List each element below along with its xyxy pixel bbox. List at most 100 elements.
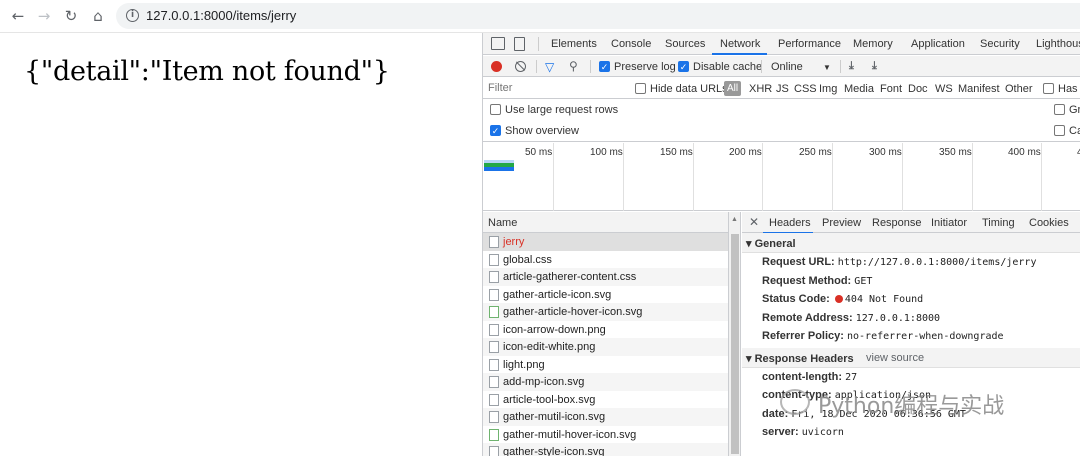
tab-security[interactable]: Security	[980, 38, 1020, 50]
preserve-log-label: Preserve log	[614, 61, 676, 73]
response-headers-section-header[interactable]: ▾ Response Headers view source	[742, 347, 1080, 368]
request-url-row: Request URL: http://127.0.0.1:8000/items…	[762, 256, 1037, 268]
record-icon[interactable]	[491, 61, 502, 72]
list-item[interactable]: jerry	[483, 233, 728, 251]
tab-network[interactable]: Network	[720, 38, 760, 50]
clear-icon[interactable]	[515, 61, 526, 72]
tab-response[interactable]: Response	[872, 217, 922, 229]
tab-performance[interactable]: Performance	[778, 38, 841, 50]
tab-initiator[interactable]: Initiator	[931, 217, 967, 229]
network-overview-timeline[interactable]: 50 ms 100 ms 150 ms 200 ms 250 ms 300 ms…	[483, 143, 1080, 211]
list-item[interactable]: global.css	[483, 251, 728, 269]
capture-checkbox[interactable]	[1054, 125, 1065, 136]
export-har-icon[interactable]: ⤓	[872, 60, 877, 73]
has-blocked-checkbox[interactable]	[1043, 83, 1054, 94]
disable-cache-label: Disable cache	[693, 61, 763, 73]
filter-css[interactable]: CSS	[794, 83, 817, 95]
filter-all-button[interactable]: All	[724, 81, 742, 96]
list-item[interactable]: icon-arrow-down.png	[483, 321, 728, 339]
list-item[interactable]: gather-article-icon.svg	[483, 286, 728, 304]
url-text: 127.0.0.1:8000/items/jerry	[146, 8, 297, 23]
arrow-left-icon[interactable]: ←	[8, 6, 28, 26]
large-rows-label: Use large request rows	[505, 104, 619, 116]
referrer-policy-row: Referrer Policy: no-referrer-when-downgr…	[762, 330, 1004, 342]
address-bar[interactable]: i 127.0.0.1:8000/items/jerry	[116, 3, 1080, 29]
hide-data-urls-checkbox[interactable]	[635, 83, 646, 94]
json-response-text: {"detail":"Item not found"}	[24, 56, 390, 87]
search-icon[interactable]: ⚲	[569, 59, 578, 73]
active-tab-indicator	[712, 53, 767, 55]
tab-headers[interactable]: Headers	[769, 217, 811, 229]
tab-timing[interactable]: Timing	[982, 217, 1015, 229]
timeline-tick: 250 ms	[799, 147, 832, 158]
list-item[interactable]: gather-article-hover-icon.svg	[483, 303, 728, 321]
group-checkbox[interactable]	[1054, 104, 1065, 115]
home-icon[interactable]: ⌂	[88, 6, 108, 26]
scrollbar-thumb[interactable]	[731, 234, 739, 454]
filter-media[interactable]: Media	[844, 83, 874, 95]
has-blocked-label: Has b	[1058, 83, 1080, 95]
tab-elements[interactable]: Elements	[551, 38, 597, 50]
list-item[interactable]: light.png	[483, 356, 728, 374]
header-row: content-length: 27	[762, 370, 858, 383]
list-item[interactable]: gather-style-icon.svg	[483, 443, 728, 456]
arrow-right-icon[interactable]: →	[34, 6, 54, 26]
scroll-up-icon[interactable]: ▲	[731, 216, 738, 223]
list-item[interactable]: gather-mutil-icon.svg	[483, 408, 728, 426]
request-list: Name jerry global.css article-gatherer-c…	[483, 212, 729, 456]
list-item[interactable]: article-tool-box.svg	[483, 391, 728, 409]
device-toolbar-icon[interactable]	[514, 37, 525, 51]
list-item[interactable]: add-mp-icon.svg	[483, 373, 728, 391]
status-error-icon	[834, 295, 843, 304]
filter-xhr[interactable]: XHR	[749, 83, 772, 95]
inspect-element-icon[interactable]	[491, 37, 505, 50]
list-item[interactable]: icon-edit-white.png	[483, 338, 728, 356]
tab-sources[interactable]: Sources	[665, 38, 705, 50]
request-list-scrollbar[interactable]: ▲	[729, 212, 741, 456]
timeline-tick: 350 ms	[939, 147, 972, 158]
filter-manifest[interactable]: Manifest	[958, 83, 1000, 95]
reload-icon[interactable]: ↻	[61, 6, 81, 26]
close-icon[interactable]: ✕	[749, 215, 759, 229]
timeline-tick: 150 ms	[660, 147, 693, 158]
group-label: Gr	[1069, 104, 1080, 116]
throttle-select[interactable]: Online	[771, 61, 803, 73]
hide-data-urls-label: Hide data URLs	[650, 83, 728, 95]
timeline-bar	[484, 167, 514, 171]
preserve-log-checkbox[interactable]: ✓	[599, 61, 610, 72]
tab-preview[interactable]: Preview	[822, 217, 861, 229]
capture-label: Ca	[1069, 125, 1080, 137]
large-rows-checkbox[interactable]	[490, 104, 501, 115]
wechat-logo-icon	[780, 389, 810, 415]
import-har-icon[interactable]: ⤓	[849, 60, 854, 73]
filter-other[interactable]: Other	[1005, 83, 1033, 95]
filter-font[interactable]: Font	[880, 83, 902, 95]
filter-input[interactable]: Filter	[488, 82, 512, 94]
devtools-tab-bar: Elements Console Sources Network Perform…	[483, 33, 1080, 55]
show-overview-checkbox[interactable]: ✓	[490, 125, 501, 136]
chevron-down-icon[interactable]: ▼	[823, 63, 831, 72]
general-section-header[interactable]: ▾ General	[742, 233, 1080, 253]
tab-console[interactable]: Console	[611, 38, 651, 50]
filter-img[interactable]: Img	[819, 83, 837, 95]
tab-application[interactable]: Application	[911, 38, 965, 50]
tab-memory[interactable]: Memory	[853, 38, 893, 50]
show-overview-label: Show overview	[505, 125, 579, 137]
list-item[interactable]: gather-mutil-hover-icon.svg	[483, 426, 728, 444]
filter-doc[interactable]: Doc	[908, 83, 928, 95]
list-item[interactable]: article-gatherer-content.css	[483, 268, 728, 286]
filter-js[interactable]: JS	[776, 83, 789, 95]
timeline-tick: 50 ms	[525, 147, 553, 158]
filter-icon[interactable]: ▽	[545, 60, 554, 74]
disable-cache-checkbox[interactable]: ✓	[678, 61, 689, 72]
timeline-tick: 300 ms	[869, 147, 902, 158]
info-icon[interactable]: i	[126, 9, 139, 22]
name-column-header[interactable]: Name	[483, 212, 728, 233]
tab-cookies[interactable]: Cookies	[1029, 217, 1069, 229]
remote-address-row: Remote Address: 127.0.0.1:8000	[762, 311, 941, 324]
view-source-link[interactable]: view source	[866, 352, 924, 364]
timeline-tick: 400 ms	[1008, 147, 1041, 158]
tab-lighthouse[interactable]: Lighthous	[1036, 38, 1080, 50]
timeline-tick: 200 ms	[729, 147, 762, 158]
filter-ws[interactable]: WS	[935, 83, 953, 95]
